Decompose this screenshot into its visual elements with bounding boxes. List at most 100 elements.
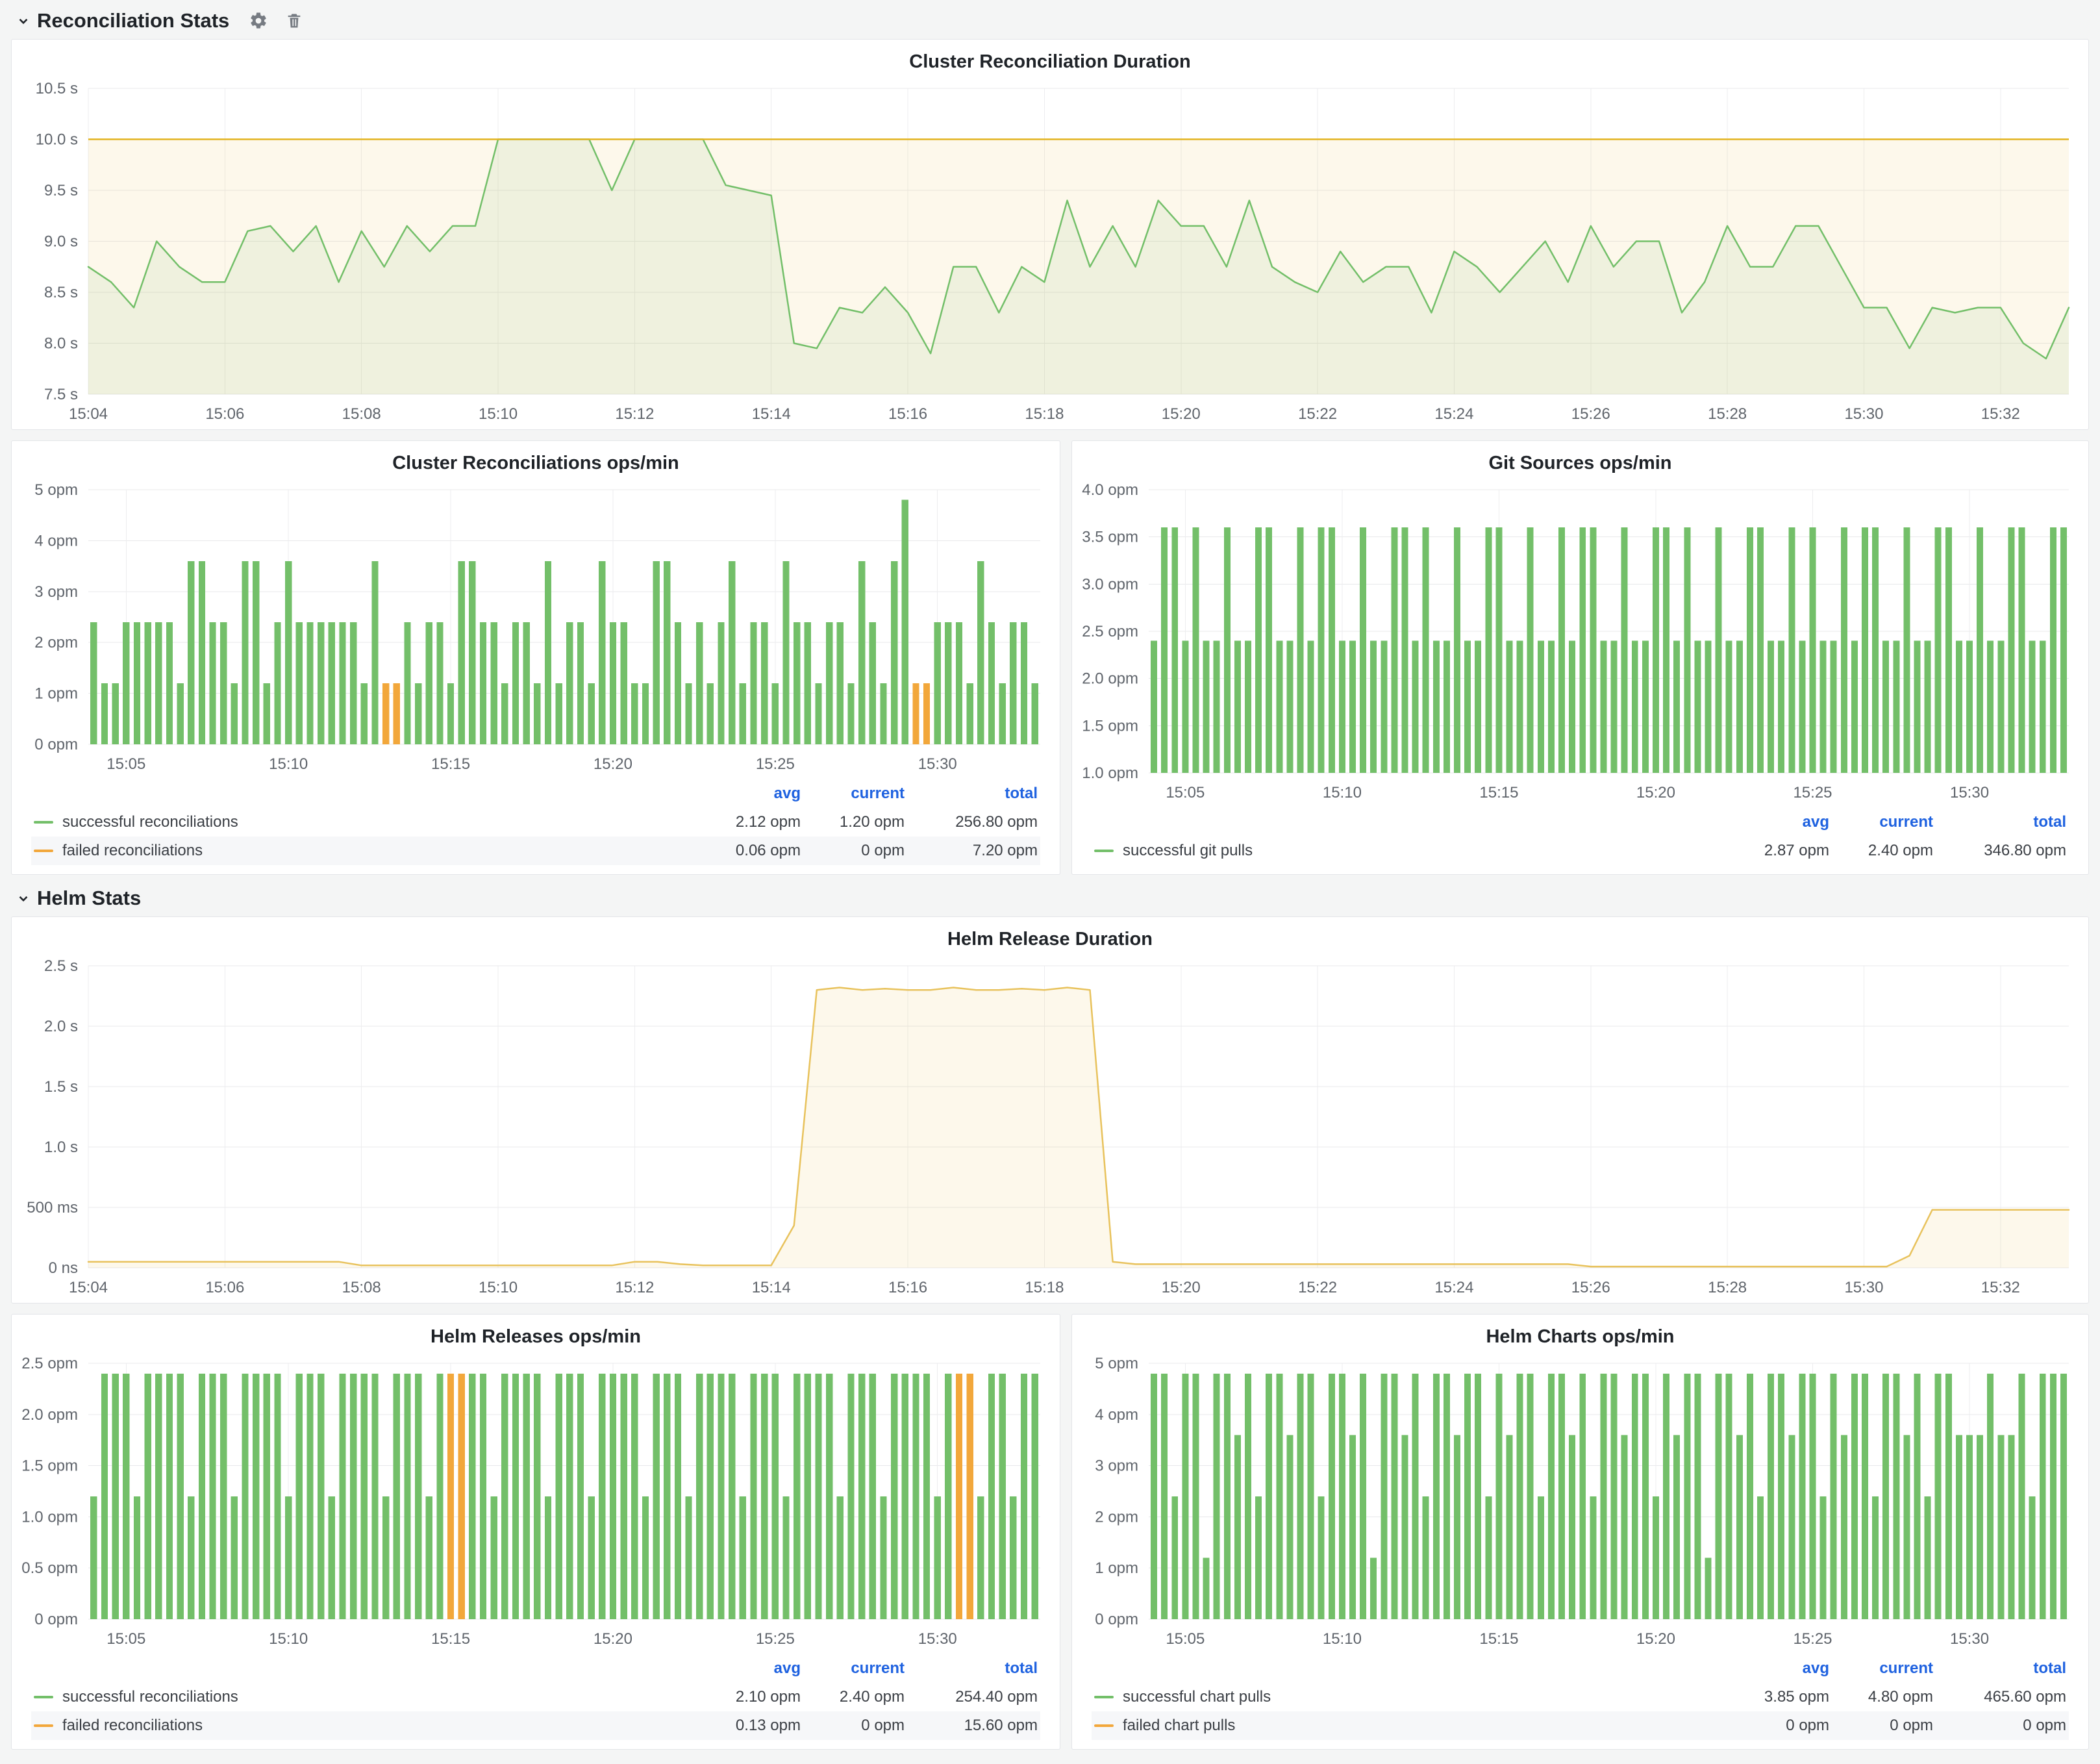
legend-avg: 2.10 opm: [664, 1688, 801, 1706]
svg-text:8.5 s: 8.5 s: [44, 284, 78, 301]
svg-text:15:20: 15:20: [594, 1630, 632, 1648]
legend-header-total[interactable]: total: [905, 785, 1038, 803]
panel-title-helm-charts-opm[interactable]: Helm Charts ops/min: [1072, 1315, 2088, 1349]
legend-current: 0 opm: [801, 842, 905, 860]
legend-header-current[interactable]: current: [1829, 813, 1933, 831]
legend-header-current[interactable]: current: [801, 1659, 905, 1678]
legend-header-total[interactable]: total: [1933, 1659, 2066, 1678]
legend-label[interactable]: successful reconciliations: [62, 1688, 238, 1706]
legend-row-failed-chart-pulls: failed chart pulls 0 opm 0 opm 0 opm: [1092, 1711, 2069, 1740]
svg-text:15:32: 15:32: [1981, 405, 2020, 423]
svg-text:1.0 opm: 1.0 opm: [1082, 764, 1138, 782]
legend-header-total[interactable]: total: [905, 1659, 1038, 1678]
legend-label[interactable]: successful chart pulls: [1123, 1688, 1271, 1706]
svg-text:15:12: 15:12: [615, 405, 654, 423]
svg-text:3.0 opm: 3.0 opm: [1082, 575, 1138, 593]
legend-header-current[interactable]: current: [1829, 1659, 1933, 1678]
svg-text:2.5 opm: 2.5 opm: [1082, 623, 1138, 640]
svg-text:0 ns: 0 ns: [49, 1259, 78, 1277]
legend-header-row: avg current total: [1092, 1654, 2069, 1683]
svg-text:2.5 opm: 2.5 opm: [21, 1355, 78, 1372]
legend-header-avg[interactable]: avg: [664, 785, 801, 803]
svg-text:1.0 opm: 1.0 opm: [21, 1508, 78, 1526]
legend-label[interactable]: failed reconciliations: [62, 842, 203, 860]
svg-text:15:20: 15:20: [1162, 405, 1201, 423]
svg-text:9.0 s: 9.0 s: [44, 233, 78, 251]
gear-icon[interactable]: [249, 11, 268, 31]
legend-row-successful-chart-pulls: successful chart pulls 3.85 opm 4.80 opm…: [1092, 1683, 2069, 1711]
legend-header-row: avg current total: [31, 779, 1040, 808]
legend-total: 254.40 opm: [905, 1688, 1038, 1706]
svg-text:15:10: 15:10: [1323, 1630, 1362, 1648]
svg-text:15:05: 15:05: [106, 755, 145, 773]
svg-text:5 opm: 5 opm: [1095, 1355, 1138, 1372]
legend-total: 15.60 opm: [905, 1717, 1038, 1735]
svg-text:15:06: 15:06: [205, 405, 244, 423]
panel-cluster-reconciliation-duration: Cluster Reconciliation Duration 7.5 s8.0…: [11, 39, 2089, 430]
legend-label[interactable]: failed chart pulls: [1123, 1717, 1235, 1735]
panel-title-cluster-reconciliation-duration[interactable]: Cluster Reconciliation Duration: [12, 40, 2088, 74]
svg-text:3 opm: 3 opm: [1095, 1457, 1138, 1475]
cluster-reconciliation-duration-chart[interactable]: 7.5 s8.0 s8.5 s9.0 s9.5 s10.0 s10.5 s15:…: [12, 74, 2088, 429]
legend-current: 4.80 opm: [1829, 1688, 1933, 1706]
svg-text:1.0 s: 1.0 s: [44, 1139, 78, 1156]
svg-text:1.5 s: 1.5 s: [44, 1078, 78, 1096]
svg-text:5 opm: 5 opm: [34, 481, 78, 499]
svg-text:15:30: 15:30: [1950, 784, 1989, 801]
svg-text:8.0 s: 8.0 s: [44, 335, 78, 353]
legend-label[interactable]: successful reconciliations: [62, 813, 238, 831]
svg-text:15:16: 15:16: [888, 1279, 927, 1296]
svg-text:15:24: 15:24: [1434, 1279, 1473, 1296]
section-toggle-reconciliation-stats[interactable]: Reconciliation Stats: [15, 9, 229, 32]
helm-releases-opm-chart[interactable]: 0 opm0.5 opm1.0 opm1.5 opm2.0 opm2.5 opm…: [12, 1349, 1060, 1654]
helm-charts-opm-chart[interactable]: 0 opm1 opm2 opm3 opm4 opm5 opm15:0515:10…: [1072, 1349, 2088, 1654]
legend-total: 346.80 opm: [1933, 842, 2066, 860]
svg-text:0.5 opm: 0.5 opm: [21, 1559, 78, 1577]
svg-text:15:28: 15:28: [1708, 1279, 1747, 1296]
svg-text:15:14: 15:14: [752, 1279, 791, 1296]
svg-text:15:10: 15:10: [1323, 784, 1362, 801]
legend-header-avg[interactable]: avg: [1693, 1659, 1829, 1678]
trash-icon[interactable]: [285, 11, 303, 31]
svg-text:15:15: 15:15: [431, 755, 470, 773]
panel-title-git-sources-opm[interactable]: Git Sources ops/min: [1072, 441, 2088, 475]
legend-label[interactable]: failed reconciliations: [62, 1717, 203, 1735]
helm-release-duration-chart[interactable]: 0 ns500 ms1.0 s1.5 s2.0 s2.5 s15:0415:06…: [12, 951, 2088, 1303]
svg-text:15:08: 15:08: [342, 1279, 381, 1296]
svg-text:15:10: 15:10: [269, 1630, 308, 1648]
svg-text:15:05: 15:05: [106, 1630, 145, 1648]
panel-title-cluster-reconciliations-opm[interactable]: Cluster Reconciliations ops/min: [12, 441, 1060, 475]
legend-avg: 2.87 opm: [1693, 842, 1829, 860]
svg-text:10.0 s: 10.0 s: [36, 131, 78, 149]
svg-text:15:25: 15:25: [1793, 784, 1832, 801]
legend-current: 1.20 opm: [801, 813, 905, 831]
svg-text:4.0 opm: 4.0 opm: [1082, 481, 1138, 499]
svg-text:2.0 s: 2.0 s: [44, 1018, 78, 1035]
legend-header-avg[interactable]: avg: [664, 1659, 801, 1678]
svg-text:0 opm: 0 opm: [1095, 1611, 1138, 1628]
section-toggle-helm-stats[interactable]: Helm Stats: [15, 887, 141, 910]
svg-text:15:16: 15:16: [888, 405, 927, 423]
panel-title-helm-releases-opm[interactable]: Helm Releases ops/min: [12, 1315, 1060, 1349]
legend-row-successful-reconciliations: successful reconciliations 2.10 opm 2.40…: [31, 1683, 1040, 1711]
svg-text:0 opm: 0 opm: [34, 1611, 78, 1628]
svg-text:15:30: 15:30: [918, 755, 957, 773]
section-title: Helm Stats: [37, 887, 141, 910]
legend-header-total[interactable]: total: [1933, 813, 2066, 831]
svg-text:15:32: 15:32: [1981, 1279, 2020, 1296]
legend-label[interactable]: successful git pulls: [1123, 842, 1253, 860]
dashboard: Reconciliation Stats Cluster Reconciliat…: [0, 0, 2100, 1760]
legend-total: 465.60 opm: [1933, 1688, 2066, 1706]
git-sources-opm-chart[interactable]: 1.0 opm1.5 opm2.0 opm2.5 opm3.0 opm3.5 o…: [1072, 475, 2088, 808]
svg-text:500 ms: 500 ms: [27, 1199, 78, 1216]
legend-header-current[interactable]: current: [801, 785, 905, 803]
panel-title-helm-release-duration[interactable]: Helm Release Duration: [12, 917, 2088, 951]
legend-total: 0 opm: [1933, 1717, 2066, 1735]
svg-text:15:15: 15:15: [1479, 784, 1518, 801]
legend-row-failed-reconciliations: failed reconciliations 0.06 opm 0 opm 7.…: [31, 837, 1040, 865]
legend-avg: 0 opm: [1693, 1717, 1829, 1735]
legend-header-avg[interactable]: avg: [1693, 813, 1829, 831]
section-header-helm-stats: Helm Stats: [11, 880, 2089, 916]
cluster-reconciliations-opm-chart[interactable]: 0 opm1 opm2 opm3 opm4 opm5 opm15:0515:10…: [12, 475, 1060, 779]
svg-text:1 opm: 1 opm: [34, 685, 78, 703]
